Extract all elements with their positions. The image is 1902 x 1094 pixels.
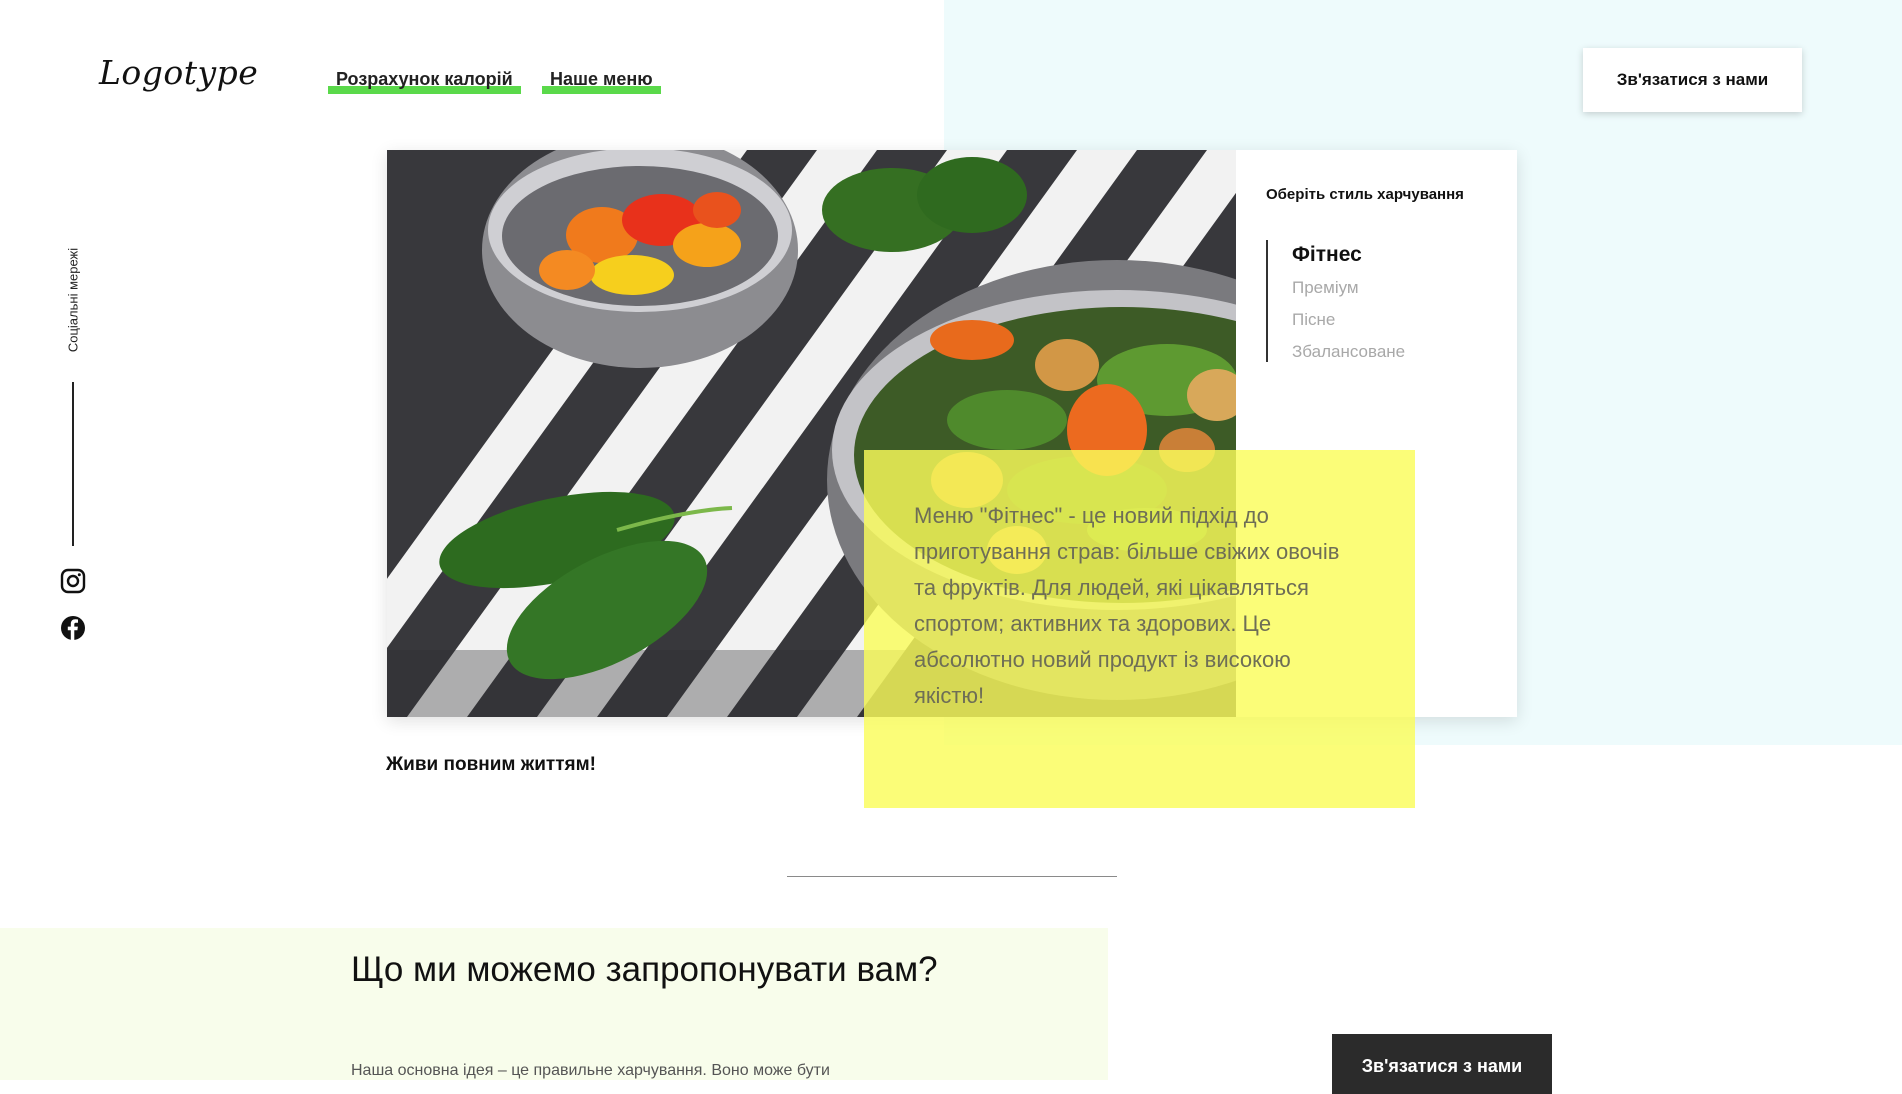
instagram-icon[interactable] (60, 568, 86, 594)
social-divider-line (72, 382, 74, 546)
section-divider (787, 876, 1117, 877)
menu-description: Меню "Фітнес" - це новий підхід до приго… (914, 503, 1340, 708)
nav-link-label: Розрахунок калорій (336, 69, 513, 89)
nav-link-label: Наше меню (550, 69, 653, 89)
logo[interactable]: Logotype (99, 53, 258, 92)
offer-text: Наша основна ідея – це правильне харчува… (351, 1062, 830, 1079)
social-networks-label: Соціальні мережі (65, 247, 81, 353)
diet-style-item-premium[interactable]: Преміум (1292, 272, 1405, 304)
contact-us-button[interactable]: Зв'язатися з нами (1583, 48, 1802, 112)
diet-style-item-fitness[interactable]: Фітнес (1292, 240, 1405, 270)
facebook-icon[interactable] (60, 615, 86, 641)
diet-style-item-balanced[interactable]: Збалансоване (1292, 336, 1405, 368)
contact-us-button-bottom[interactable]: Зв'язатися з нами (1332, 1034, 1552, 1094)
nav-link-our-menu[interactable]: Наше меню (542, 69, 661, 94)
tagline: Живи повним життям! (386, 754, 596, 775)
diet-style-item-lean[interactable]: Пісне (1292, 304, 1405, 336)
diet-style-panel-title: Оберіть стиль харчування (1266, 186, 1464, 203)
offer-heading: Що ми можемо запропонувати вам? (351, 950, 938, 989)
diet-style-list: Фітнес Преміум Пісне Збалансоване (1266, 240, 1405, 362)
nav-link-calorie-calculation[interactable]: Розрахунок калорій (328, 69, 521, 94)
